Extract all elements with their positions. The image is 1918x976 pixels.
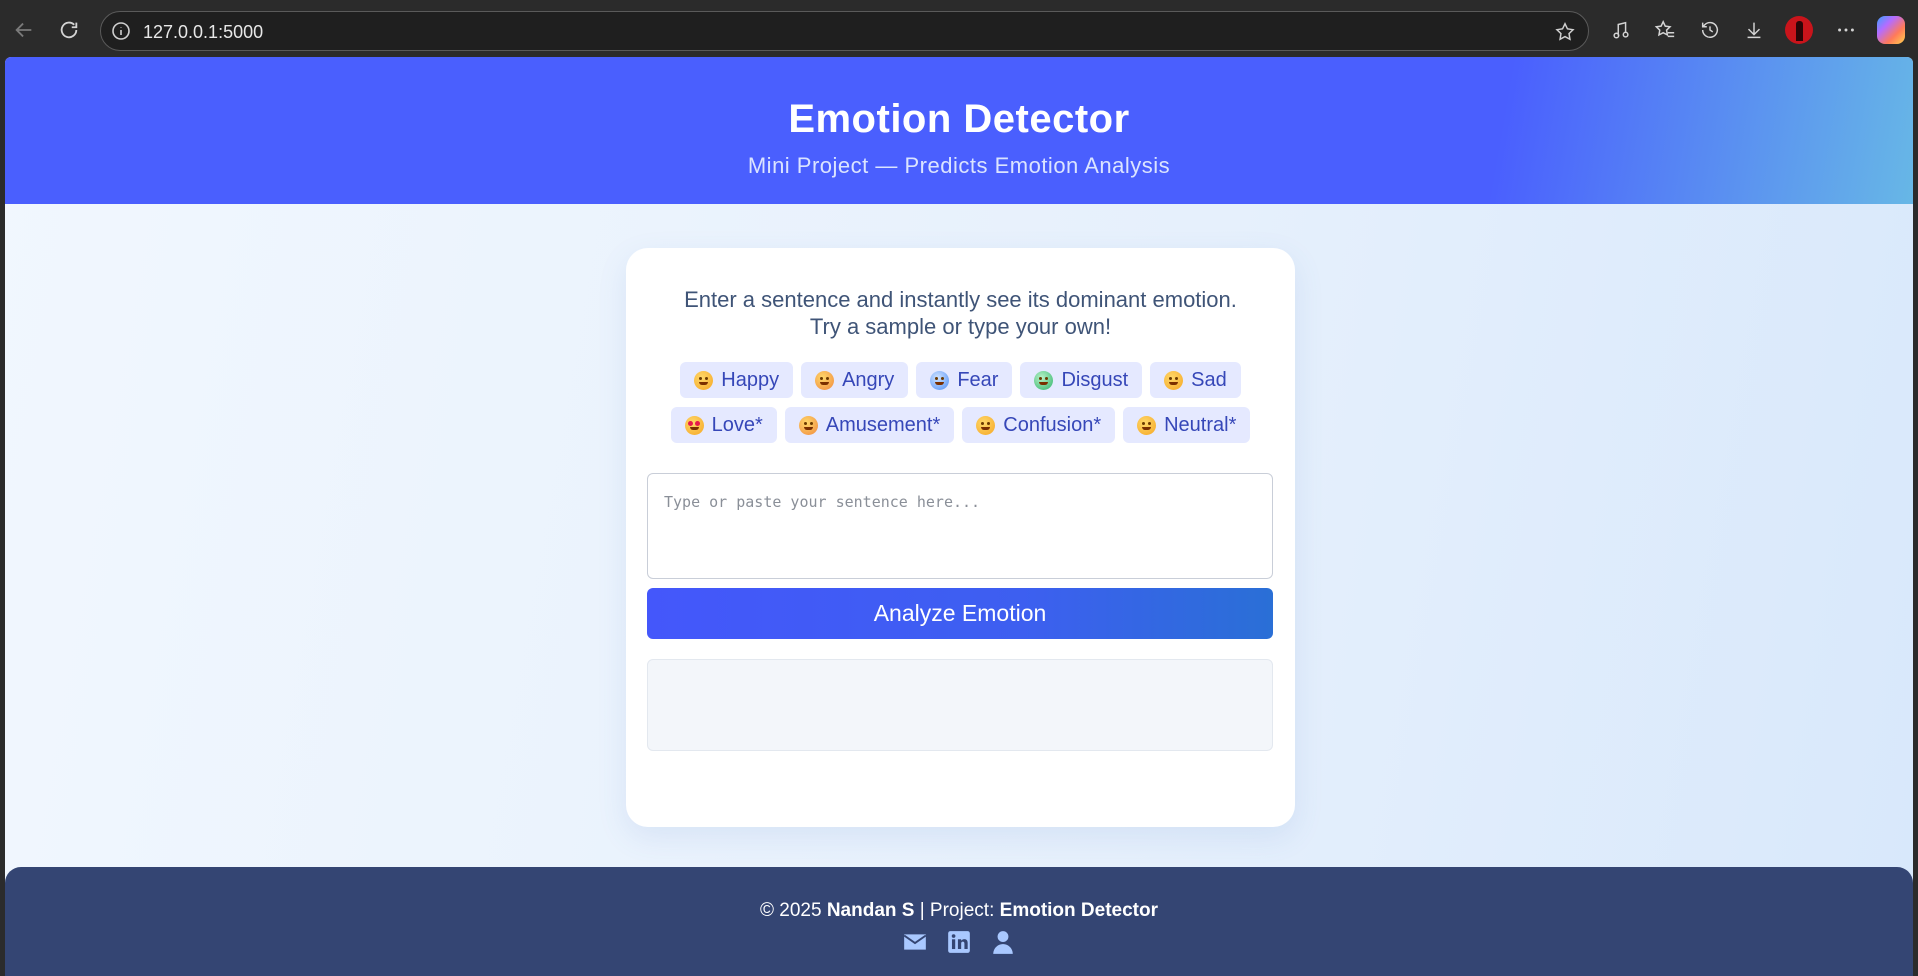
read-aloud-icon[interactable]: [1607, 16, 1635, 44]
linkedin-icon[interactable]: [946, 929, 972, 955]
detector-card: Enter a sentence and instantly see its d…: [626, 248, 1295, 827]
intro-line-1: Enter a sentence and instantly see its d…: [684, 287, 1237, 312]
analyze-emotion-button[interactable]: Analyze Emotion: [647, 588, 1273, 639]
address-bar[interactable]: 127.0.0.1:5000: [100, 11, 1589, 51]
nauseated-face-icon: [1034, 370, 1054, 390]
project-name: Emotion Detector: [999, 900, 1158, 921]
sample-chip-sad[interactable]: Sad: [1150, 362, 1241, 398]
site-info-icon[interactable]: [111, 21, 131, 41]
chip-label: Happy: [721, 368, 780, 391]
more-options-icon[interactable]: [1832, 16, 1860, 44]
sample-chip-disgust[interactable]: Disgust: [1020, 362, 1143, 398]
profile-avatar[interactable]: [1785, 16, 1813, 44]
footer-credits: © 2025 Nandan S | Project: Emotion Detec…: [5, 900, 1913, 922]
page-header: Emotion Detector Mini Project — Predicts…: [5, 57, 1913, 204]
chip-label: Fear: [957, 368, 999, 391]
heart-eyes-face-icon: [684, 415, 704, 435]
author-name: Nandan S: [826, 900, 915, 921]
page-title: Emotion Detector: [788, 97, 1130, 141]
chip-label: Confusion*: [1003, 413, 1102, 436]
back-arrow-icon[interactable]: [10, 16, 38, 44]
sample-chip-happy[interactable]: Happy: [680, 362, 794, 398]
chip-label: Love*: [711, 413, 763, 436]
angry-face-icon: [815, 370, 835, 390]
chip-label: Disgust: [1061, 368, 1129, 391]
page-subtitle: Mini Project — Predicts Emotion Analysis: [747, 153, 1171, 178]
mail-icon[interactable]: [902, 929, 928, 955]
fearful-face-icon: [930, 370, 950, 390]
chip-label: Sad: [1191, 368, 1227, 391]
copyright-text: © 2025: [759, 900, 822, 921]
confused-face-icon: [976, 415, 996, 435]
neutral-face-icon: [1137, 415, 1157, 435]
chip-label: Amusement*: [825, 413, 941, 436]
social-links: [5, 929, 1913, 955]
downloads-icon[interactable]: [1740, 16, 1768, 44]
sample-chip-love[interactable]: Love*: [670, 407, 777, 443]
url-text[interactable]: 127.0.0.1:5000: [143, 22, 263, 43]
copilot-icon[interactable]: [1877, 16, 1905, 44]
sample-chip-amusement[interactable]: Amusement*: [784, 407, 955, 443]
intro-line-2: Try a sample or type your own!: [809, 314, 1112, 339]
sentence-input[interactable]: [647, 473, 1273, 579]
history-icon[interactable]: [1696, 16, 1724, 44]
reload-icon[interactable]: [55, 16, 83, 44]
sample-chip-neutral[interactable]: Neutral*: [1123, 407, 1251, 443]
page-footer: © 2025 Nandan S | Project: Emotion Detec…: [5, 867, 1913, 976]
page-viewport: Emotion Detector Mini Project — Predicts…: [5, 57, 1913, 976]
sample-chips-row-1: Happy Angry Fear Disgust Sad: [626, 362, 1295, 398]
sample-chip-confusion[interactable]: Confusion*: [962, 407, 1116, 443]
sample-chips-row-2: Love* Amusement* Confusion* Neutral*: [626, 407, 1295, 443]
grinning-face-icon: [694, 370, 714, 390]
project-prefix: | Project:: [919, 900, 995, 921]
intro-text: Enter a sentence and instantly see its d…: [626, 286, 1295, 340]
favorites-icon[interactable]: [1651, 16, 1679, 44]
result-panel: [647, 659, 1273, 751]
sample-chip-angry[interactable]: Angry: [801, 362, 909, 398]
chip-label: Neutral*: [1164, 413, 1237, 436]
sad-face-icon: [1164, 370, 1184, 390]
sample-chip-fear[interactable]: Fear: [916, 362, 1013, 398]
browser-toolbar: 127.0.0.1:5000: [0, 0, 1918, 57]
chip-label: Angry: [842, 368, 895, 391]
user-icon[interactable]: [990, 929, 1016, 955]
laughing-face-icon: [798, 415, 818, 435]
favorite-star-icon[interactable]: [1554, 21, 1576, 43]
